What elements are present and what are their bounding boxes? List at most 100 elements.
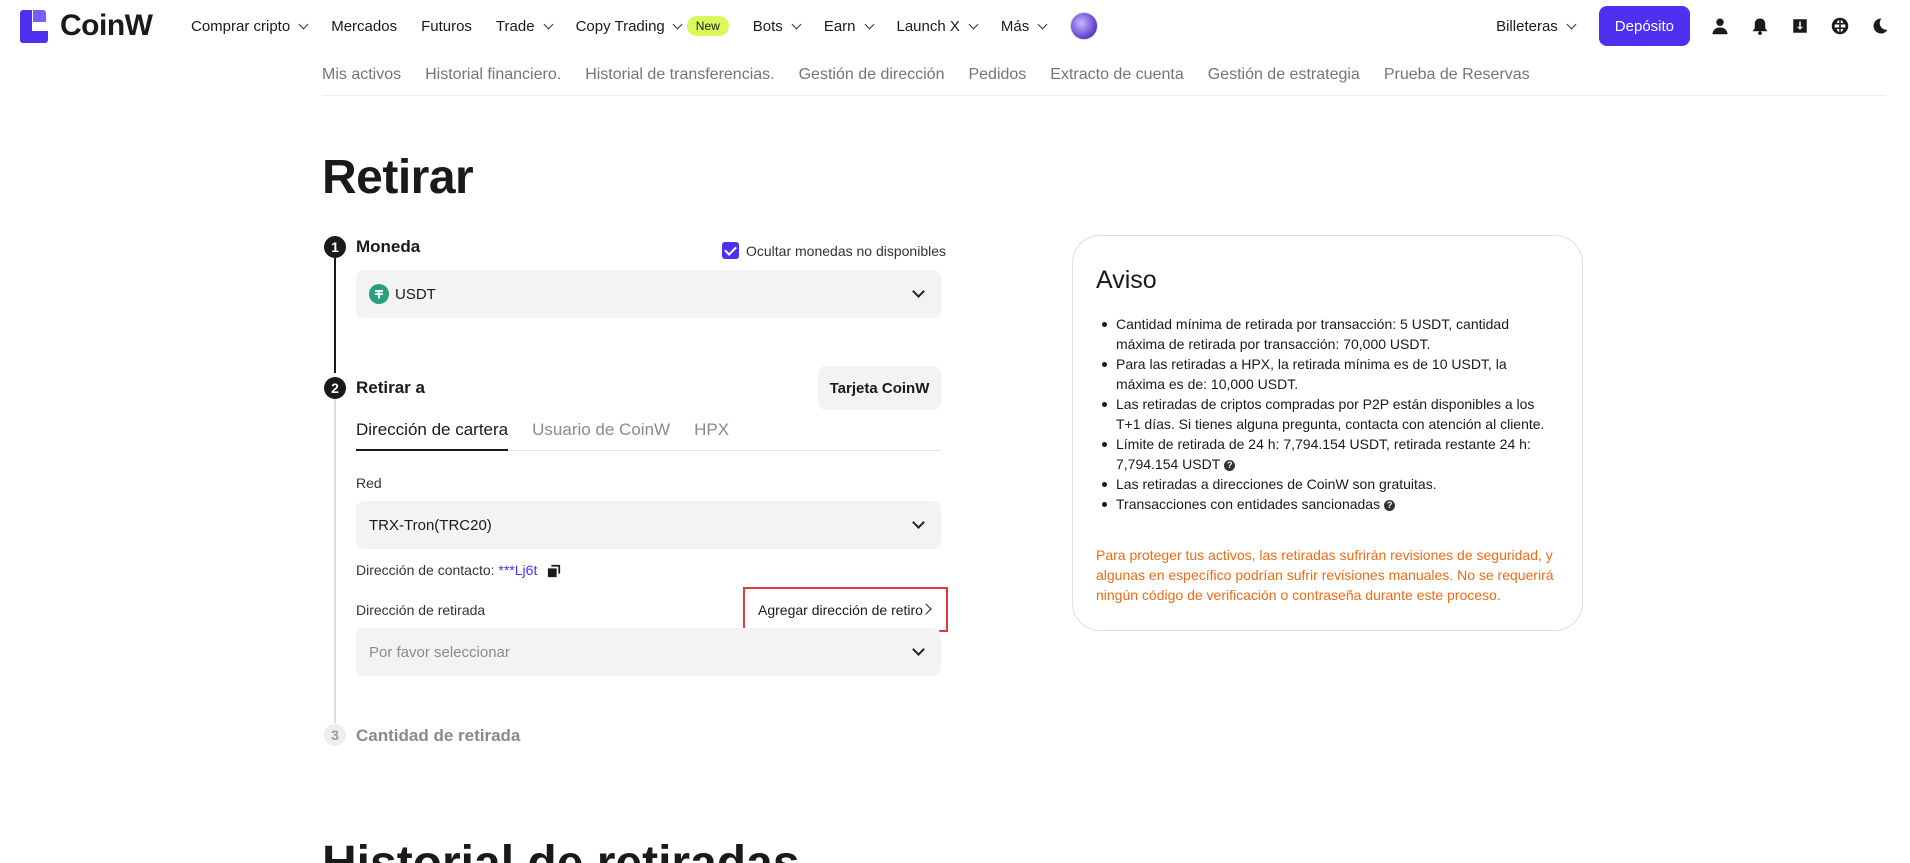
subtab-gestion-direccion[interactable]: Gestión de dirección [799, 66, 945, 95]
nav-item-comprar-cripto[interactable]: Comprar cripto [191, 17, 309, 35]
info-icon[interactable]: ? [1224, 459, 1236, 471]
nav-item-mas[interactable]: Más [1000, 17, 1048, 35]
withdraw-history-title: Historial de retiradas [322, 836, 800, 863]
nav-label: Launch X [896, 17, 960, 35]
step-connector [334, 258, 336, 373]
step-2-number: 2 [324, 377, 346, 399]
chevron-down-icon [912, 285, 925, 298]
nav-item-futuros[interactable]: Futuros [421, 18, 472, 35]
subtab-mis-activos[interactable]: Mis activos [322, 66, 401, 95]
nav-label: Mercados [331, 17, 398, 35]
notice-item-text: Límite de retirada de 24 h: 7,794.154 US… [1116, 436, 1531, 472]
contact-address-row: Dirección de contacto: ***Lj6t [356, 562, 561, 578]
user-icon[interactable] [1710, 16, 1730, 36]
notice-item: Límite de retirada de 24 h: 7,794.154 US… [1096, 434, 1559, 474]
nav-item-launch-x[interactable]: Launch X [896, 17, 979, 35]
notice-item: Las retiradas a direcciones de CoinW son… [1096, 474, 1559, 494]
network-value: TRX-Tron(TRC20) [369, 516, 492, 534]
subtab-historial-financiero[interactable]: Historial financiero. [425, 66, 561, 95]
chevron-down-icon [968, 19, 979, 29]
step-2-label: Retirar a [356, 378, 425, 397]
checkbox-checked-icon[interactable] [722, 242, 739, 259]
notice-item: Las retiradas de criptos compradas por P… [1096, 394, 1559, 434]
contact-address-label: Dirección de contacto: [356, 562, 495, 578]
chevron-down-icon [791, 19, 802, 29]
promo-avatar-icon[interactable] [1070, 12, 1099, 40]
info-icon[interactable]: ? [1384, 499, 1396, 511]
nav-item-copy-trading[interactable]: Copy Trading New [576, 16, 729, 36]
network-select[interactable]: TRX-Tron(TRC20) [356, 501, 941, 549]
currency-value: USDT [395, 285, 436, 303]
notice-item-text: Transacciones con entidades sancionadas [1116, 496, 1381, 512]
nav-label: Futuros [421, 17, 472, 35]
notice-item: Transacciones con entidades sancionadas? [1096, 494, 1559, 514]
nav-item-earn[interactable]: Earn [823, 17, 874, 35]
step-3-label[interactable]: Cantidad de retirada [356, 726, 520, 746]
notice-title: Aviso [1096, 266, 1157, 294]
nav-label: Copy Trading [575, 17, 665, 35]
chevron-down-icon [912, 516, 925, 529]
nav-label: Earn [823, 17, 856, 35]
nav-item-mercados[interactable]: Mercados [331, 18, 397, 35]
tab-coinw-user[interactable]: Usuario de CoinW [532, 420, 670, 451]
notice-card: Aviso Cantidad mínima de retirada por tr… [1072, 235, 1583, 631]
add-address-label: Agregar dirección de retiro [758, 601, 923, 618]
nav-label: Trade [495, 17, 535, 35]
deposit-button[interactable]: Depósito [1598, 6, 1690, 46]
withdraw-address-select[interactable]: Por favor seleccionar [356, 628, 941, 676]
nav-label: Comprar cripto [191, 17, 291, 35]
step-1-number: 1 [324, 236, 346, 258]
chevron-down-icon [672, 19, 683, 29]
wallets-label: Billeteras [1496, 17, 1558, 35]
step-3-number: 3 [324, 724, 346, 746]
contact-address-value[interactable]: ***Lj6t [498, 562, 537, 578]
chevron-down-icon [1566, 19, 1577, 29]
assets-subtabs: Mis activos Historial financiero. Histor… [322, 66, 1886, 96]
nav-item-trade[interactable]: Trade [495, 17, 554, 35]
step-1-label: Moneda [356, 237, 421, 256]
subtab-gestion-estrategia[interactable]: Gestión de estrategia [1208, 66, 1360, 95]
notice-warning: Para proteger tus activos, las retiradas… [1096, 547, 1554, 603]
chevron-down-icon [298, 19, 309, 29]
hide-unavailable-label: Ocultar monedas no disponibles [746, 242, 947, 259]
step-connector [334, 398, 336, 723]
subtab-historial-transferencias[interactable]: Historial de transferencias. [585, 66, 774, 95]
copy-icon[interactable] [547, 564, 561, 578]
withdraw-address-label: Dirección de retirada [356, 602, 486, 618]
notice-list: Cantidad mínima de retirada por transacc… [1096, 314, 1559, 514]
usdt-coin-icon [369, 284, 389, 304]
coinw-logo-icon [20, 9, 48, 43]
coinw-card-button[interactable]: Tarjeta CoinW [818, 366, 941, 410]
chevron-down-icon [864, 19, 874, 29]
bell-icon[interactable] [1750, 16, 1770, 36]
hide-unavailable-checkbox[interactable]: Ocultar monedas no disponibles [722, 242, 946, 259]
wallets-menu[interactable]: Billeteras [1496, 17, 1577, 35]
nav-item-bots[interactable]: Bots [752, 17, 802, 35]
withdraw-address-placeholder: Por favor seleccionar [369, 643, 510, 661]
page-title: Retirar [322, 151, 474, 204]
subtab-pedidos[interactable]: Pedidos [968, 66, 1026, 95]
new-badge: New [686, 16, 729, 36]
chevron-down-icon [543, 19, 554, 29]
download-icon[interactable] [1790, 16, 1810, 36]
coinw-logo[interactable]: CoinW [20, 9, 153, 43]
nav-label: Bots [752, 17, 783, 35]
notice-item: Para las retiradas a HPX, la retirada mí… [1096, 354, 1559, 394]
subtab-extracto-cuenta[interactable]: Extracto de cuenta [1050, 66, 1183, 95]
tab-hpx[interactable]: HPX [694, 420, 729, 451]
currency-select[interactable]: USDT [356, 270, 941, 318]
add-withdraw-address-button[interactable]: Agregar dirección de retiro [743, 587, 948, 632]
main-nav: Comprar cripto Mercados Futuros Trade Co… [191, 0, 1099, 52]
network-label: Red [356, 475, 382, 491]
chevron-down-icon [1037, 19, 1048, 29]
notice-item: Cantidad mínima de retirada por transacc… [1096, 314, 1559, 354]
subtab-prueba-reservas[interactable]: Prueba de Reservas [1384, 66, 1530, 95]
top-navbar: CoinW Comprar cripto Mercados Futuros Tr… [0, 0, 1910, 52]
withdraw-destination-tabs: Dirección de cartera Usuario de CoinW HP… [356, 420, 941, 451]
tab-wallet-address[interactable]: Dirección de cartera [356, 420, 509, 451]
nav-label: Más [1000, 17, 1030, 35]
moon-icon[interactable] [1870, 16, 1890, 36]
nav-right: Billeteras Depósito [1496, 0, 1910, 52]
chevron-down-icon [912, 643, 925, 656]
globe-icon[interactable] [1830, 16, 1850, 36]
